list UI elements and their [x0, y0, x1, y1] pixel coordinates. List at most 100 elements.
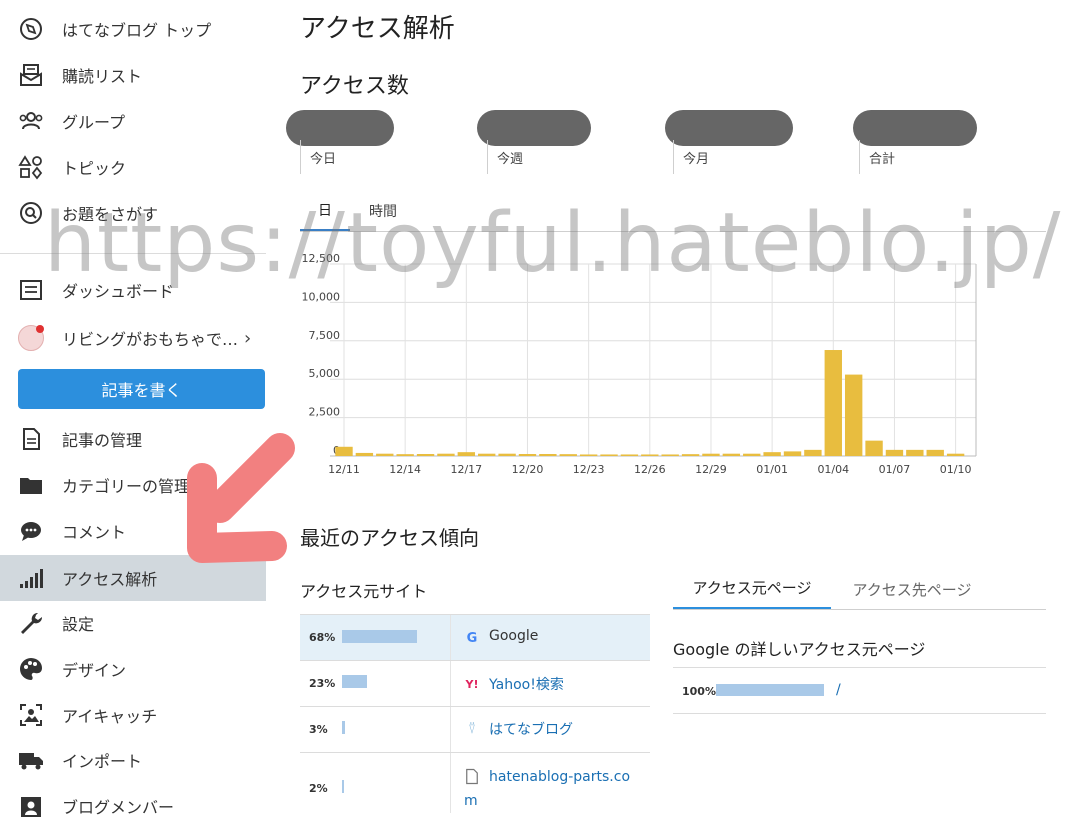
- sidebar-item-label: コメント: [62, 523, 127, 542]
- chart-bar: [620, 454, 639, 456]
- sidebar-item-label: はてなブログ トップ: [62, 21, 212, 40]
- chart-bar: [539, 454, 557, 456]
- tab-hour[interactable]: 時間: [352, 190, 414, 232]
- sidebar: はてなブログ トップ 購読リスト グループ トピック お題をさがす ダッシュボー…: [0, 0, 266, 817]
- source-percent: 2%: [309, 782, 328, 795]
- x-tick-label: 12/17: [450, 463, 482, 476]
- source-name[interactable]: Google: [489, 628, 538, 644]
- chart-bar: [478, 453, 496, 456]
- chart-bar: [600, 454, 618, 456]
- topic-shapes-icon: [18, 154, 44, 180]
- chart-bar: [661, 454, 679, 456]
- tab-destination-pages[interactable]: アクセス先ページ: [833, 568, 991, 610]
- chart-bar: [498, 453, 516, 456]
- hatena-icon: ⍢: [468, 721, 476, 737]
- chart-bar: [865, 440, 883, 456]
- sidebar-item-categories[interactable]: カテゴリーの管理: [0, 462, 266, 508]
- sidebar-item-topic[interactable]: トピック: [0, 144, 266, 190]
- chart-bar: [396, 454, 414, 456]
- y-tick-label: 10,000: [302, 290, 341, 303]
- source-row-google[interactable]: 68% G Google: [300, 615, 650, 661]
- sidebar-item-dashboard[interactable]: ダッシュボード: [0, 267, 266, 313]
- source-bar: [342, 721, 345, 734]
- chart-bar: [335, 446, 353, 456]
- chart-bar: [722, 453, 741, 456]
- sidebar-item-group[interactable]: グループ: [0, 98, 266, 144]
- y-tick-label: 12,500: [302, 252, 341, 265]
- page-title: アクセス解析: [300, 14, 455, 44]
- google-detail-heading: Google の詳しいアクセス元ページ: [673, 640, 926, 659]
- sidebar-item-label: デザイン: [62, 661, 127, 680]
- sidebar-item-members[interactable]: ブログメンバー: [0, 783, 266, 829]
- detail-path-link[interactable]: /: [836, 682, 841, 698]
- yahoo-icon: Y!: [465, 677, 479, 691]
- source-row-hatena[interactable]: 3% ⍢ はてなブログ: [300, 707, 650, 753]
- reader-icon: [18, 62, 44, 88]
- sidebar-item-import[interactable]: インポート: [0, 737, 266, 783]
- x-tick-label: 12/14: [389, 463, 421, 476]
- chart-bar: [946, 453, 965, 456]
- x-tick-label: 01/04: [817, 463, 849, 476]
- chart-bar: [763, 452, 781, 456]
- sidebar-item-settings[interactable]: 設定: [0, 600, 266, 646]
- sidebar-item-label: 設定: [62, 615, 95, 634]
- source-row-yahoo[interactable]: 23% Y! Yahoo!検索: [300, 661, 650, 707]
- palette-icon: [18, 656, 44, 682]
- x-tick-label: 12/23: [573, 463, 605, 476]
- x-tick-label: 01/07: [879, 463, 911, 476]
- sidebar-item-label: インポート: [62, 752, 143, 771]
- source-name[interactable]: はてなブログ: [489, 719, 573, 739]
- recent-trend-heading: 最近のアクセス傾向: [300, 526, 479, 550]
- stat-month: 今月: [665, 110, 853, 174]
- chart-bar: [376, 453, 394, 456]
- sidebar-item-comments[interactable]: コメント: [0, 508, 266, 554]
- stat-label: 今月: [683, 152, 710, 167]
- member-icon: [18, 793, 44, 819]
- page-tab-divider: [673, 609, 1046, 610]
- sidebar-item-label: アクセス解析: [62, 570, 158, 589]
- stat-label: 合計: [869, 152, 896, 167]
- source-percent: 68%: [309, 631, 336, 644]
- stat-label: 今日: [310, 152, 337, 167]
- source-bar: [342, 675, 367, 688]
- access-chart: 02,5005,0007,50010,00012,500 12/1112/141…: [302, 252, 977, 476]
- write-article-button[interactable]: 記事を書く: [18, 369, 265, 409]
- x-tick-label: 12/29: [695, 463, 727, 476]
- source-row-hatenablog-parts[interactable]: 2% hatenablog-parts.com: [300, 753, 650, 813]
- tab-referrer-pages[interactable]: アクセス元ページ: [673, 568, 831, 610]
- sidebar-item-hatena-top[interactable]: はてなブログ トップ: [0, 6, 266, 52]
- stat-label: 今週: [497, 152, 524, 167]
- sidebar-item-label: リビングがおもちゃで…: [62, 330, 239, 349]
- x-tick-label: 01/01: [756, 463, 788, 476]
- sidebar-item-articles[interactable]: 記事の管理: [0, 416, 266, 462]
- sidebar-item-access-analytics[interactable]: アクセス解析: [0, 555, 266, 601]
- chart-bar: [824, 350, 842, 456]
- google-icon: G: [466, 630, 478, 646]
- chart-bar: [641, 454, 659, 456]
- chart-bar: [518, 454, 537, 456]
- sidebar-item-label: 購読リスト: [62, 67, 143, 86]
- sidebar-item-blog[interactable]: リビングがおもちゃで… ›: [0, 315, 266, 361]
- google-detail-bottom-rule: [673, 713, 1046, 714]
- sidebar-item-find-theme[interactable]: お題をさがす: [0, 190, 266, 236]
- dashboard-icon: [18, 277, 44, 303]
- sidebar-item-eyecatch[interactable]: アイキャッチ: [0, 692, 266, 738]
- source-name[interactable]: hatenablog-parts.com: [464, 765, 634, 813]
- chevron-right-icon: ›: [244, 327, 252, 349]
- google-detail-top-rule: [673, 667, 1046, 668]
- sidebar-item-design[interactable]: デザイン: [0, 646, 266, 692]
- detail-bar: [716, 684, 824, 696]
- y-tick-label: 7,500: [309, 329, 341, 342]
- redacted-value: [853, 110, 977, 146]
- source-percent: 23%: [309, 677, 336, 690]
- source-name[interactable]: Yahoo!検索: [489, 674, 564, 694]
- redacted-value: [286, 110, 394, 146]
- redacted-value: [665, 110, 793, 146]
- sidebar-item-subscriptions[interactable]: 購読リスト: [0, 52, 266, 98]
- stat-today: 今日: [286, 110, 480, 174]
- sidebar-item-label: ブログメンバー: [62, 798, 175, 817]
- chart-bar: [926, 449, 944, 456]
- tab-day[interactable]: 日: [300, 190, 350, 232]
- stat-total: 合計: [853, 110, 1039, 174]
- compass-icon: [18, 16, 44, 42]
